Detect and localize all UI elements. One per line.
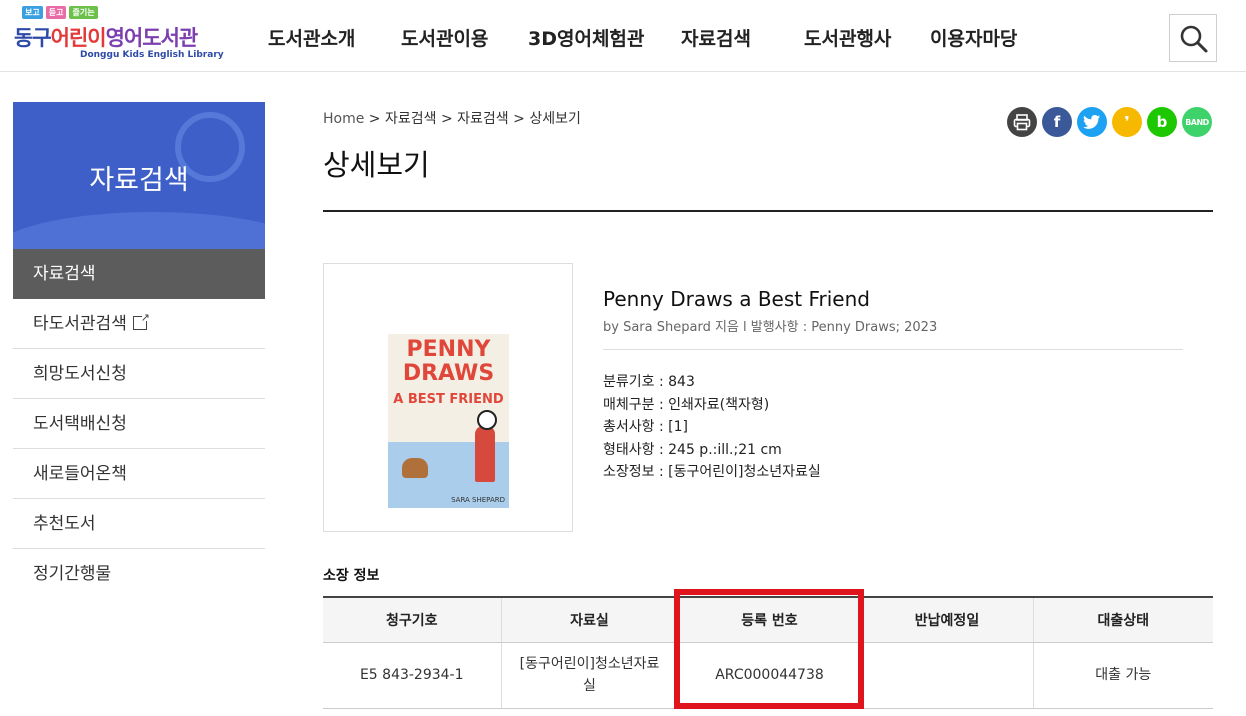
twitter-icon[interactable]	[1077, 107, 1107, 137]
nav-community[interactable]: 이용자마당	[930, 24, 1017, 51]
breadcrumb-home[interactable]: Home	[323, 111, 364, 127]
search-icon	[1180, 25, 1208, 53]
book-title: Penny Draws a Best Friend	[603, 287, 870, 311]
nav-library-intro[interactable]: 도서관소개	[268, 24, 355, 51]
decorative-wave	[13, 212, 265, 249]
nav-3d-english[interactable]: 3D영어체험관	[528, 24, 644, 51]
blog-icon[interactable]: b	[1147, 107, 1177, 137]
breadcrumb: Home > 자료검색 > 자료검색 > 상세보기	[323, 111, 581, 127]
dog-illustration	[402, 458, 428, 478]
col-loan-status: 대출상태	[1032, 596, 1213, 643]
highlight-box	[674, 589, 864, 709]
detail-holding-info: 소장정보 : [동구어린이]청소년자료실	[603, 464, 821, 480]
detail-format: 형태사항 : 245 p.:ill.;21 cm	[603, 441, 782, 458]
book-details: 분류기호 : 843 매체구분 : 인쇄자료(책자형) 총서사항 : [1] 형…	[603, 371, 821, 484]
facebook-icon[interactable]: f	[1042, 107, 1072, 137]
sidebar-header: 자료검색	[13, 102, 265, 249]
logo-tag: 듣고	[45, 6, 67, 19]
sidebar-item-other-library[interactable]: 타도서관검색 ↗	[13, 299, 265, 349]
call-number-cell: E5 843-2934-1	[323, 642, 501, 709]
detail-media-type: 매체구분 : 인쇄자료(책자형)	[603, 396, 770, 413]
breadcrumb-item[interactable]: 자료검색	[457, 111, 509, 127]
girl-illustration	[475, 410, 497, 482]
kakaostory-icon[interactable]: ❜	[1112, 107, 1142, 137]
sidebar-item-request-book[interactable]: 희망도서신청	[13, 349, 265, 399]
col-call-number: 청구기호	[323, 596, 501, 643]
location-cell: [동구어린이]청소년자료실	[500, 642, 678, 709]
sidebar-item-book-delivery[interactable]: 도서택배신청	[13, 399, 265, 449]
divider	[323, 210, 1213, 212]
sidebar-item-new-arrivals[interactable]: 새로들어온책	[13, 449, 265, 499]
page-title: 상세보기	[323, 148, 430, 182]
due-date-cell	[860, 642, 1033, 709]
sidebar-item-search[interactable]: 자료검색	[13, 249, 265, 299]
detail-series: 총서사항 : [1]	[603, 419, 688, 435]
breadcrumb-current: 상세보기	[529, 111, 581, 127]
band-icon[interactable]: BAND	[1182, 107, 1212, 137]
external-link-icon: ↗	[132, 312, 150, 330]
sidebar-item-recommended[interactable]: 추천도서	[13, 499, 265, 549]
site-header: 보고 듣고 즐기는 동구어린이영어도서관 Donggu Kids English…	[0, 0, 1246, 72]
book-cover-image[interactable]: PENNY DRAWS A BEST FRIEND SARA SHEPARD	[388, 334, 509, 508]
logo-title: 동구어린이영어도서관	[14, 26, 198, 50]
logo-tag: 보고	[22, 6, 43, 19]
col-due-date: 반납예정일	[860, 596, 1033, 643]
sidebar-item-periodicals[interactable]: 정기간행물	[13, 549, 265, 599]
holdings-title: 소장 정보	[323, 568, 380, 584]
search-button[interactable]	[1169, 14, 1217, 62]
loan-status-cell: 대출 가능	[1032, 642, 1213, 709]
library-logo[interactable]: 보고 듣고 즐기는 동구어린이영어도서관 Donggu Kids English…	[14, 4, 224, 64]
book-cover-frame: PENNY DRAWS A BEST FRIEND SARA SHEPARD	[323, 263, 573, 532]
sidebar-title: 자료검색	[89, 165, 189, 196]
print-icon[interactable]	[1007, 107, 1037, 137]
breadcrumb-item[interactable]: 자료검색	[385, 111, 437, 127]
detail-classification: 분류기호 : 843	[603, 374, 695, 390]
logo-subtitle: Donggu Kids English Library	[80, 50, 224, 60]
nav-library-usage[interactable]: 도서관이용	[401, 24, 488, 51]
col-location: 자료실	[500, 596, 678, 643]
share-bar: f ❜ b BAND	[1007, 107, 1212, 137]
book-meta: by Sara Shepard 지음 l 발행사항 : Penny Draws;…	[603, 320, 938, 335]
logo-tag: 즐기는	[69, 6, 98, 19]
nav-search[interactable]: 자료검색	[681, 24, 751, 51]
nav-events[interactable]: 도서관행사	[804, 24, 891, 51]
sidebar-menu: 자료검색 타도서관검색 ↗ 희망도서신청 도서택배신청 새로들어온책 추천도서 정…	[13, 249, 265, 599]
divider	[603, 349, 1183, 350]
